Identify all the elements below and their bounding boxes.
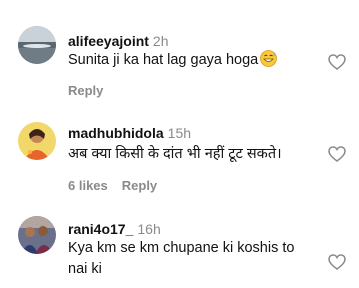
like-button[interactable] <box>328 146 346 167</box>
reply-button[interactable]: Reply <box>122 178 157 193</box>
comment-body-line: Kya km se km chupane ki koshis to <box>68 240 295 256</box>
heart-outline-icon <box>328 254 346 270</box>
comment-body-line: nai ki <box>68 261 102 277</box>
comment-item: madhubhidola 15h अब क्या किसी के दांत भी … <box>0 100 359 200</box>
comment-timestamp: 15h <box>167 125 192 141</box>
grinning-sweat-emoji-icon <box>260 50 278 74</box>
comment-text: अब क्या किसी के दांत भी नहीं टूट सकते। <box>68 144 282 165</box>
comment-username[interactable]: alifeeyajoint 2h <box>68 33 169 49</box>
comment-text: Kya km se km chupane ki koshis to nai ki <box>68 238 294 280</box>
comment-timestamp: 16h <box>137 221 161 237</box>
avatar[interactable] <box>18 216 56 254</box>
comment-body: अब क्या किसी के दांत भी नहीं टूट सकते। <box>68 146 282 162</box>
username-text[interactable]: rani4o17_ <box>68 221 133 237</box>
likes-count[interactable]: 6 likes <box>68 178 108 193</box>
comment-username[interactable]: madhubhidola 15h <box>68 125 191 141</box>
comment-timestamp: 2h <box>152 33 169 49</box>
like-button[interactable] <box>328 54 346 75</box>
comment-item: rani4o17_ 16h Kya km se km chupane ki kos… <box>0 200 359 288</box>
avatar[interactable] <box>18 122 56 160</box>
username-text[interactable]: alifeeyajoint <box>68 33 149 49</box>
comment-actions: Reply <box>68 83 103 98</box>
comment-actions: 6 likes Reply <box>68 178 157 193</box>
comment-body: Sunita ji ka hat lag gaya hoga <box>68 52 259 68</box>
like-button[interactable] <box>328 254 346 275</box>
heart-outline-icon <box>328 146 346 162</box>
comment-text: Sunita ji ka hat lag gaya hoga <box>68 50 278 74</box>
comment-item: alifeeyajoint 2h Sunita ji ka hat lag gay… <box>0 0 359 100</box>
avatar[interactable] <box>18 26 56 64</box>
heart-outline-icon <box>328 54 346 70</box>
comment-username[interactable]: rani4o17_ 16h <box>68 221 161 237</box>
reply-button[interactable]: Reply <box>68 83 103 98</box>
username-text[interactable]: madhubhidola <box>68 125 164 141</box>
